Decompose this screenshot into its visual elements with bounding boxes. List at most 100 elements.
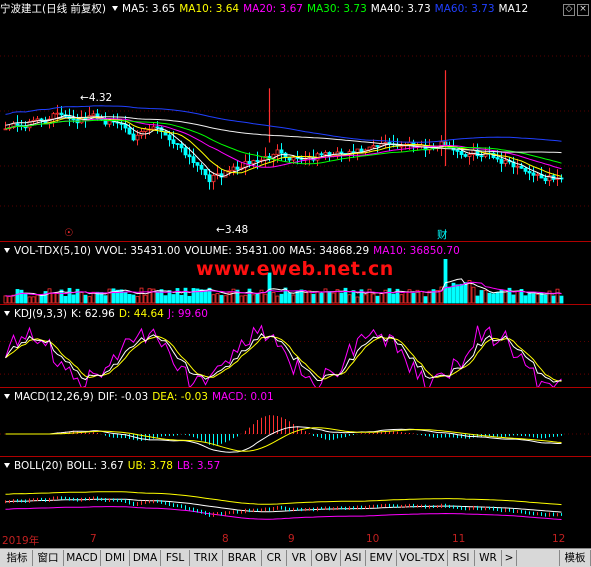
axis-label-12: 12: [552, 533, 566, 545]
boll-title[interactable]: BOLL(20): [14, 460, 63, 472]
candle-body: [247, 160, 252, 165]
tab-1[interactable]: 窗口: [33, 550, 64, 566]
candle-body: [495, 157, 500, 160]
volume-bar: [339, 292, 344, 304]
dropdown-icon[interactable]: [4, 463, 10, 468]
candle-body: [323, 152, 328, 155]
financial-report-marker[interactable]: 财: [437, 227, 448, 242]
volume-bar: [135, 295, 140, 304]
candle-body: [531, 172, 536, 176]
ma-value-3: MA30: 3.73: [306, 3, 367, 15]
candle-body: [503, 159, 508, 164]
ma-value-6: MA12: [498, 3, 529, 15]
boll-value-2: LB: 3.57: [176, 460, 221, 472]
candle-body: [131, 133, 136, 141]
close-icon[interactable]: ×: [577, 4, 589, 16]
volume-bar: [555, 288, 560, 304]
volume-bar: [55, 292, 60, 304]
volume-bar: [231, 288, 236, 304]
tab-2[interactable]: MACD: [64, 550, 101, 566]
dropdown-icon[interactable]: [4, 248, 10, 253]
stock-name[interactable]: 宁波建工: [0, 3, 42, 15]
candle-body: [183, 147, 188, 156]
volume-bar: [559, 295, 564, 304]
tab-3[interactable]: DMI: [101, 550, 130, 566]
boll-value-1: UB: 3.78: [127, 460, 173, 472]
low-price-label: ←3.48: [216, 224, 249, 236]
tab-4[interactable]: DMA: [130, 550, 161, 566]
tab-7[interactable]: BRAR: [223, 550, 262, 566]
volume-bar: [391, 293, 396, 304]
axis-label-9: 9: [288, 533, 295, 545]
candle-body: [171, 139, 176, 144]
tab-9[interactable]: VR: [287, 550, 312, 566]
candle-body: [107, 120, 112, 125]
vol-value-3: MA10: 36850.70: [373, 245, 460, 257]
candle-body: [71, 118, 76, 121]
axis-label-11: 11: [452, 533, 466, 545]
macd-value-1: DEA: -0.03: [152, 391, 208, 403]
tab-5[interactable]: FSL: [161, 550, 190, 566]
event-marker-icon[interactable]: ☉: [64, 227, 73, 239]
volume-bar: [31, 296, 36, 304]
macd-title[interactable]: MACD(12,26,9): [14, 391, 94, 403]
tab-17[interactable]: 模板: [559, 550, 591, 566]
volume-bar: [319, 292, 324, 304]
candle-body: [179, 143, 184, 149]
tab-15[interactable]: WR: [475, 550, 502, 566]
volume-bar: [475, 295, 480, 304]
tab-16[interactable]: >: [502, 550, 517, 566]
volume-bar: [511, 294, 516, 304]
ma-value-5: MA60: 3.73: [434, 3, 495, 15]
tab-11[interactable]: ASI: [341, 550, 366, 566]
candle-body: [35, 118, 40, 121]
volume-bar: [327, 291, 332, 304]
dropdown-icon[interactable]: [112, 6, 119, 11]
candle-body: [339, 151, 344, 154]
tab-12[interactable]: EMV: [366, 550, 397, 566]
macd-chart[interactable]: [0, 404, 591, 456]
volume-bar: [275, 295, 280, 304]
volume-bar: [323, 288, 328, 304]
volume-bar: [211, 294, 216, 304]
volume-bar: [523, 295, 528, 304]
tab-13[interactable]: VOL-TDX: [397, 550, 448, 566]
volume-bar: [91, 291, 96, 304]
candlestick-chart[interactable]: [0, 16, 591, 242]
vol-value-2: MA5: 34868.29: [289, 245, 370, 257]
tab-6[interactable]: TRIX: [190, 550, 223, 566]
candle-body: [519, 165, 524, 169]
boll-chart[interactable]: [0, 473, 591, 533]
volume-bar: [303, 291, 308, 304]
candle-body: [15, 123, 20, 126]
divider: [0, 304, 591, 305]
volume-bar: [179, 294, 184, 304]
volume-bar: [271, 292, 276, 304]
volume-bar: [291, 294, 296, 304]
volume-bar: [103, 295, 108, 304]
period-label[interactable]: (日线 前复权): [42, 3, 106, 15]
vol-title[interactable]: VOL-TDX(5,10): [14, 245, 91, 257]
expand-icon[interactable]: ◇: [563, 4, 575, 16]
main-header: 宁波建工(日线 前复权) MA5: 3.65 MA10: 3.64 MA20: 3.6…: [0, 2, 536, 16]
kdj-title[interactable]: KDJ(9,3,3): [14, 308, 67, 320]
candle-body: [195, 162, 200, 166]
kdj-value-2: J: 99.60: [167, 308, 208, 320]
volume-bar: [47, 288, 52, 304]
volume-bar: [7, 295, 12, 304]
tab-0[interactable]: 指标: [2, 550, 33, 566]
kdj-chart[interactable]: [0, 321, 591, 387]
candle-body: [515, 165, 520, 168]
candle-body: [227, 169, 232, 172]
tab-10[interactable]: OBV: [312, 550, 341, 566]
volume-bar: [71, 294, 76, 304]
volume-bar: [67, 287, 72, 304]
dropdown-icon[interactable]: [4, 311, 10, 316]
tab-8[interactable]: CR: [262, 550, 287, 566]
volume-bar: [495, 292, 500, 304]
tab-14[interactable]: RSI: [448, 550, 475, 566]
dropdown-icon[interactable]: [4, 394, 10, 399]
volume-bar: [23, 293, 28, 304]
candle-body: [127, 127, 132, 135]
volume-bar: [331, 292, 336, 304]
